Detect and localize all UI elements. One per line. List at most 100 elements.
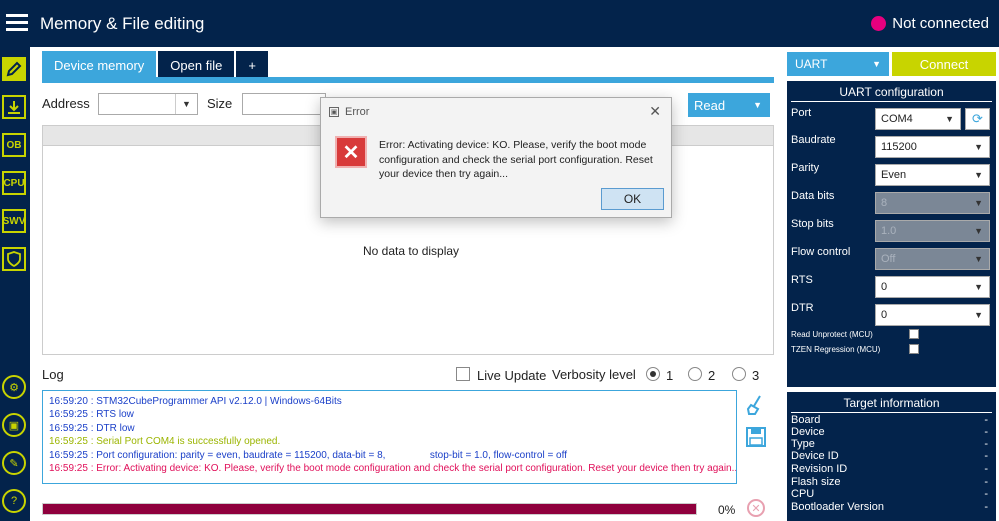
target-value: - (984, 501, 988, 513)
chevron-down-icon[interactable]: ▼ (974, 226, 983, 236)
log-toolbar: Log Live Update Verbosity level 1 2 3 (42, 363, 774, 387)
stop-bits-label: Stop bits (791, 218, 834, 230)
target-row-cpu: CPU - (791, 488, 992, 500)
menu-icon[interactable] (6, 14, 28, 32)
connection-status: Not connected (871, 15, 989, 32)
probe-icon[interactable]: ✎ (2, 451, 26, 475)
chevron-down-icon[interactable]: ▼ (974, 142, 983, 152)
help-icon[interactable]: ? (2, 489, 26, 513)
log-actions (744, 393, 770, 457)
log-line: 16:59:20 : STM32CubeProgrammer API v2.12… (49, 396, 342, 407)
download-icon[interactable] (2, 95, 26, 119)
chevron-down-icon[interactable]: ▼ (974, 254, 983, 264)
dtr-select[interactable]: 0 ▼ (875, 304, 990, 326)
edit-memory-icon[interactable] (2, 57, 26, 81)
tab-bar: Device memory Open file + (42, 51, 270, 79)
target-row-revision-id: Revision ID - (791, 463, 992, 475)
log-line: 16:59:25 : DTR low (49, 422, 135, 434)
right-panel: UART ▼ Connect UART configuration Port C… (784, 47, 999, 521)
dialog-title-bar: ▣ Error (329, 106, 369, 118)
parity-select-value: Even (881, 169, 907, 181)
chevron-down-icon[interactable]: ▼ (974, 198, 983, 208)
data-bits-select[interactable]: 8 ▼ (875, 192, 990, 214)
baudrate-select[interactable]: 115200 ▼ (875, 136, 990, 158)
beta-tool-icon[interactable]: ⚙ (2, 375, 26, 399)
port-label: Port (791, 107, 812, 119)
tzen-regression-checkbox[interactable] (909, 344, 919, 354)
read-unprotect-checkbox[interactable] (909, 329, 919, 339)
connection-status-label: Not connected (892, 15, 989, 32)
top-bar: Memory & File editing Not connected (0, 0, 999, 47)
target-label: Device (791, 426, 825, 438)
flow-control-label: Flow control (791, 246, 851, 258)
rts-select-value: 0 (881, 281, 888, 293)
progress-bar (42, 503, 697, 515)
port-select[interactable]: COM4 ▼ (875, 108, 961, 130)
target-row-flash-size: Flash size - (791, 476, 992, 488)
verbosity-radio-2[interactable] (688, 367, 702, 381)
tab-device-memory[interactable]: Device memory (42, 51, 157, 79)
clear-log-icon[interactable] (744, 393, 768, 417)
size-input[interactable] (242, 93, 326, 115)
cancel-icon[interactable]: ✕ (747, 499, 765, 517)
option-bytes-icon[interactable]: OB (2, 133, 26, 157)
stop-bits-select-value: 1.0 (881, 225, 897, 237)
divider (791, 412, 992, 413)
error-icon: ✕ (335, 136, 367, 168)
address-input[interactable]: ▼ (98, 93, 198, 115)
chevron-down-icon[interactable]: ▼ (974, 310, 983, 320)
data-bits-label: Data bits (791, 190, 835, 202)
live-update-checkbox[interactable] (456, 367, 470, 381)
save-log-icon[interactable] (744, 425, 768, 449)
read-button[interactable]: Read ▼ (688, 93, 770, 117)
target-information-panel: Target information Board - Device - Type - … (787, 392, 996, 521)
chevron-down-icon[interactable]: ▼ (945, 114, 954, 124)
target-row-device-id: Device ID - (791, 450, 992, 462)
error-dialog: ▣ Error ✕ ✕ Error: Activating device: KO… (320, 97, 672, 218)
target-label: CPU (791, 488, 815, 500)
log-output[interactable]: 16:59:20 : STM32CubeProgrammer API v2.12… (42, 390, 737, 484)
page-title: Memory & File editing (40, 14, 205, 33)
chip-icon[interactable]: ▣ (2, 413, 26, 437)
ok-button[interactable]: OK (601, 188, 664, 210)
divider (791, 101, 992, 102)
chevron-down-icon[interactable]: ▼ (175, 94, 197, 114)
dtr-select-value: 0 (881, 309, 888, 321)
verbosity-radio-3[interactable] (732, 367, 746, 381)
refresh-icon[interactable]: ⟳ (965, 108, 990, 130)
connect-button[interactable]: Connect (892, 52, 996, 76)
flow-control-select-value: Off (881, 253, 896, 265)
read-button-label: Read (694, 97, 726, 113)
swv-icon[interactable]: SWV (2, 209, 26, 233)
log-label: Log (42, 367, 64, 382)
interface-select[interactable]: UART ▼ (787, 52, 889, 76)
target-row-bootloader-version: Bootloader Version - (791, 501, 992, 513)
window-icon: ▣ (329, 107, 339, 117)
cpu-icon[interactable]: CPU (2, 171, 26, 195)
target-value: - (984, 426, 988, 438)
verbosity-level-2: 2 (708, 368, 716, 383)
dialog-message: Error: Activating device: KO. Please, ve… (379, 139, 653, 180)
tab-underline (42, 77, 774, 83)
chevron-down-icon[interactable]: ▼ (974, 170, 983, 180)
target-label: Bootloader Version (791, 501, 884, 513)
log-line: 16:59:25 : Serial Port COM4 is successfu… (49, 436, 281, 448)
target-value: - (984, 414, 988, 426)
close-icon[interactable]: ✕ (649, 103, 661, 120)
chevron-down-icon[interactable]: ▼ (753, 100, 762, 110)
chevron-down-icon[interactable]: ▼ (974, 282, 983, 292)
left-nav: OB CPU SWV ⚙ ▣ ✎ ? (0, 47, 30, 521)
verbosity-radio-1[interactable] (646, 367, 660, 381)
uart-configuration-panel: UART configuration Port COM4 ▼ ⟳ Baudrate… (787, 81, 996, 387)
shield-icon[interactable] (2, 247, 26, 271)
parity-select[interactable]: Even ▼ (875, 164, 990, 186)
data-bits-select-value: 8 (881, 197, 888, 209)
read-unprotect-label: Read Unprotect (MCU) (791, 330, 873, 339)
dtr-label: DTR (791, 302, 814, 314)
flow-control-select[interactable]: Off ▼ (875, 248, 990, 270)
chevron-down-icon[interactable]: ▼ (872, 59, 881, 69)
tab-add[interactable]: + (236, 51, 268, 79)
rts-select[interactable]: 0 ▼ (875, 276, 990, 298)
tab-open-file[interactable]: Open file (158, 51, 235, 79)
stop-bits-select[interactable]: 1.0 ▼ (875, 220, 990, 242)
